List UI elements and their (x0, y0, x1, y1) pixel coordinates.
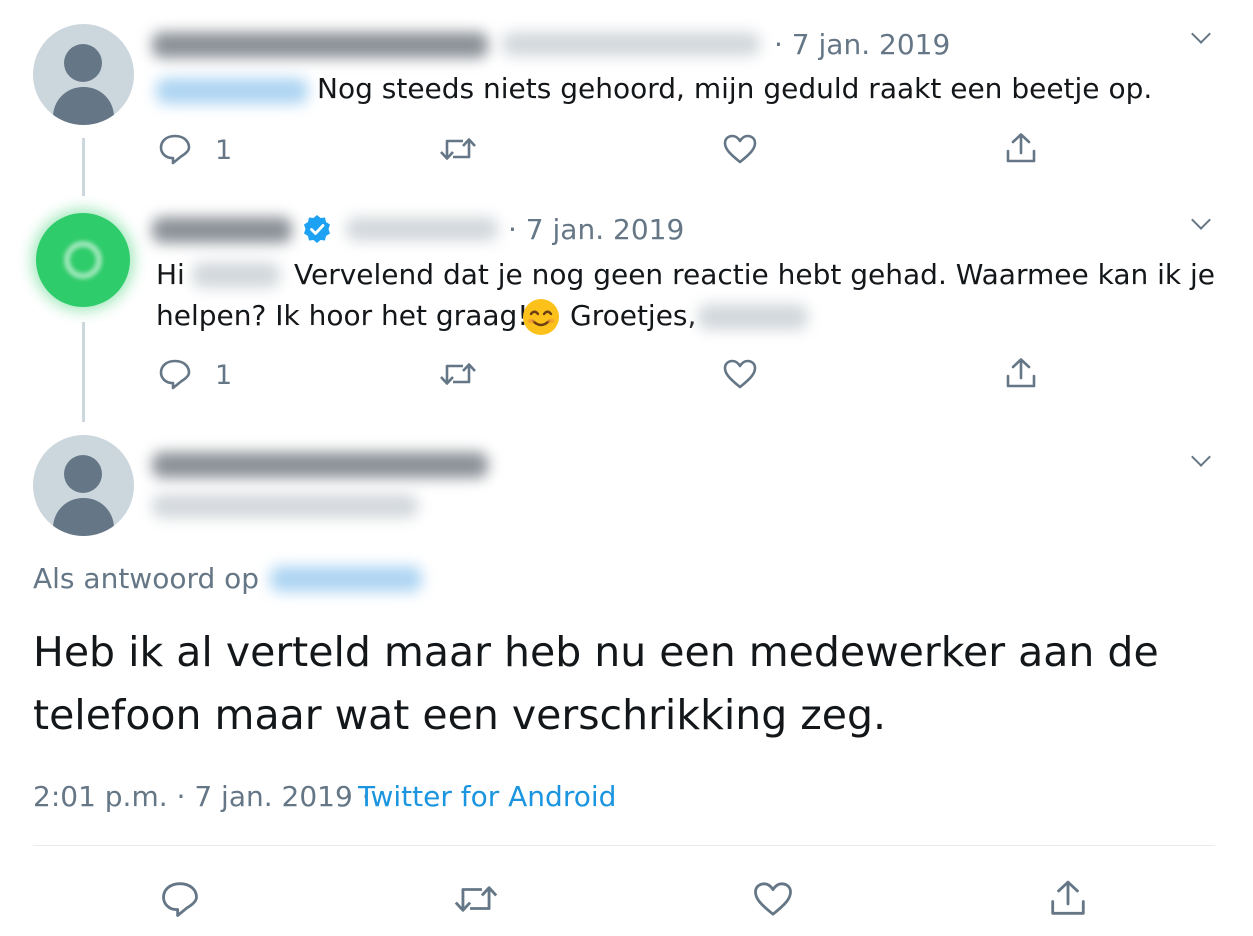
like-icon[interactable] (752, 880, 794, 918)
redacted-username[interactable] (502, 32, 760, 56)
tweet-timestamp[interactable]: 2:01 p.m. · 7 jan. 2019 · (33, 783, 371, 811)
chevron-down-icon[interactable] (1191, 210, 1211, 230)
tweet-text-hi: Hi (156, 258, 185, 291)
tweet-date[interactable]: · 7 jan. 2019 (774, 31, 950, 59)
tweet-sign-off: Groetjes, (570, 299, 697, 332)
share-icon[interactable] (1048, 878, 1088, 918)
like-icon[interactable] (722, 133, 758, 165)
redacted-display-name[interactable] (152, 32, 488, 58)
main-tweet-text-line2: telefoon maar wat een verschrikking zeg. (33, 691, 887, 739)
tweet-text: Nog steeds niets gehoord, mijn geduld ra… (317, 72, 1153, 105)
default-avatar-icon (64, 455, 102, 493)
verified-icon (304, 215, 330, 243)
redacted-mention[interactable] (270, 566, 422, 592)
like-icon[interactable] (722, 358, 758, 390)
chevron-down-icon[interactable] (1191, 447, 1211, 467)
redacted-display-name[interactable] (152, 217, 292, 243)
brand-avatar[interactable] (36, 213, 130, 307)
retweet-icon[interactable] (452, 880, 500, 918)
reply-count: 1 (215, 135, 233, 166)
redacted-mention[interactable] (156, 78, 308, 104)
redacted-username[interactable] (346, 217, 498, 241)
retweet-icon[interactable] (438, 133, 478, 165)
tweet-date[interactable]: · 7 jan. 2019 (508, 216, 684, 244)
user-avatar[interactable] (33, 435, 134, 536)
reply-icon[interactable] (160, 880, 200, 918)
redacted-signature-name (698, 304, 808, 330)
reply-icon[interactable] (158, 133, 192, 165)
thread-line (82, 138, 85, 196)
chevron-down-icon[interactable] (1191, 24, 1211, 44)
redacted-display-name[interactable] (152, 452, 488, 478)
default-avatar-icon (64, 44, 102, 82)
divider (33, 845, 1215, 846)
reply-icon[interactable] (158, 358, 192, 390)
redacted-username[interactable] (152, 494, 418, 518)
tweet-source-link[interactable]: Twitter for Android (358, 783, 616, 811)
smiling-face-emoji (523, 299, 559, 335)
redacted-name (192, 262, 280, 288)
thread-line (82, 322, 85, 422)
retweet-icon[interactable] (438, 358, 478, 390)
reply-context-label: Als antwoord op (33, 562, 260, 595)
user-avatar[interactable] (33, 24, 134, 125)
tweet-text-line1: Vervelend dat je nog geen reactie hebt g… (294, 258, 1216, 291)
tweet-text-line2: helpen? Ik hoor het graag! (156, 299, 529, 332)
reply-count: 1 (215, 360, 233, 391)
share-icon[interactable] (1004, 131, 1038, 165)
main-tweet-text-line1: Heb ik al verteld maar heb nu een medewe… (33, 628, 1159, 676)
share-icon[interactable] (1004, 356, 1038, 390)
